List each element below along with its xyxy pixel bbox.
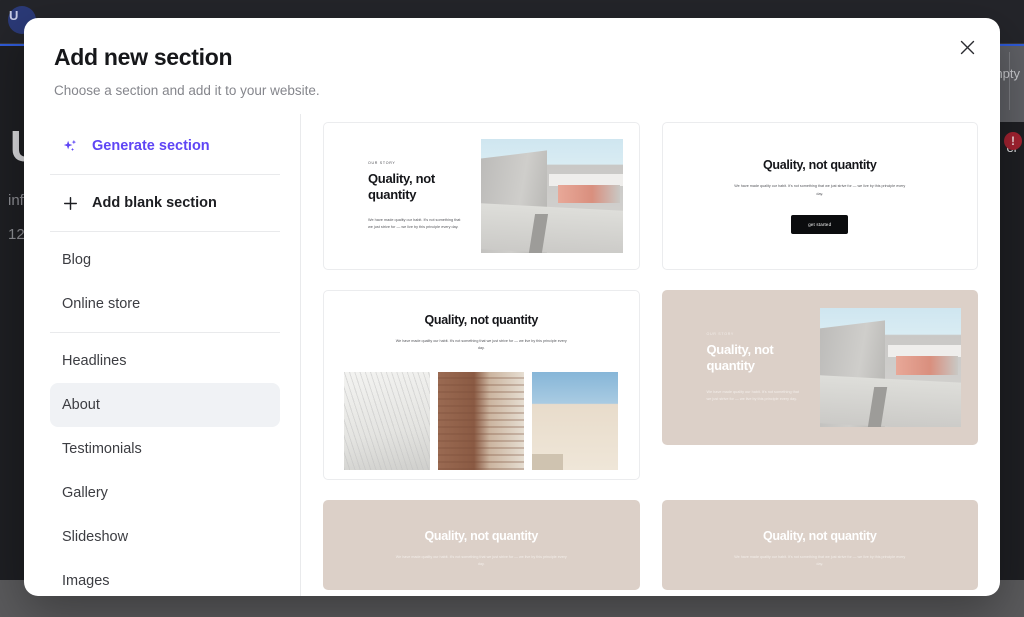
site-logo-letter: U — [9, 8, 18, 23]
template-body-text: We have made quality our habit. It's not… — [394, 554, 569, 568]
sidebar-item-add-blank-section[interactable]: Add blank section — [50, 181, 280, 225]
template-image-white-ceiling — [344, 372, 430, 470]
template-heading: Quality, not quantity — [763, 158, 877, 172]
template-image-concrete-building — [820, 308, 962, 427]
template-body-text: We have made quality our habit. It's not… — [394, 338, 569, 352]
sidebar-item-label: Slideshow — [62, 529, 128, 545]
section-template-gallery: OUR STORY Quality, not quantity We have … — [301, 114, 1000, 596]
template-heading: Quality, not quantity — [707, 342, 804, 375]
sidebar-item-label: About — [62, 397, 100, 413]
sidebar-item-generate-section[interactable]: Generate section — [50, 124, 280, 168]
sidebar-divider — [50, 231, 280, 232]
template-image-brick-facade — [438, 372, 524, 470]
sidebar-item-label: Blog — [62, 252, 91, 268]
template-body-text: We have made quality our habit. It's not… — [707, 389, 804, 403]
alert-badge[interactable]: ! — [1004, 132, 1022, 150]
sidebar-item-label: Headlines — [62, 353, 127, 369]
add-new-section-modal: Add new section Choose a section and add… — [24, 18, 1000, 596]
section-template-card[interactable]: Quality, not quantity We have made quali… — [662, 500, 979, 590]
modal-body: Generate section Add blank section Blog … — [24, 114, 1000, 596]
sparkles-icon — [62, 138, 79, 155]
section-template-card[interactable]: Quality, not quantity We have made quali… — [323, 290, 640, 480]
modal-header: Add new section Choose a section and add… — [24, 18, 1000, 98]
template-body-text: We have made quality our habit. It's not… — [732, 183, 907, 197]
sidebar-item-headlines[interactable]: Headlines — [50, 339, 280, 383]
close-icon — [960, 40, 975, 55]
section-template-card[interactable]: Quality, not quantity We have made quali… — [323, 500, 640, 590]
section-template-card[interactable]: OUR STORY Quality, not quantity We have … — [662, 290, 979, 445]
template-image-beige-wall-sky — [532, 372, 618, 470]
template-heading: Quality, not quantity — [368, 171, 465, 204]
page-title: Add new section — [54, 44, 970, 71]
sidebar-item-label: Images — [62, 573, 110, 589]
sidebar-item-gallery[interactable]: Gallery — [50, 471, 280, 515]
sidebar-item-images[interactable]: Images — [50, 559, 280, 596]
sidebar-item-about[interactable]: About — [50, 383, 280, 427]
template-heading: Quality, not quantity — [763, 529, 877, 543]
template-body-text: We have made quality our habit. It's not… — [368, 217, 465, 231]
section-category-sidebar: Generate section Add blank section Blog … — [24, 114, 301, 596]
sidebar-item-label: Add blank section — [92, 195, 217, 211]
template-body-text: We have made quality our habit. It's not… — [732, 554, 907, 568]
section-template-card[interactable]: Quality, not quantity We have made quali… — [662, 122, 979, 270]
sidebar-item-label: Testimonials — [62, 441, 142, 457]
sidebar-item-blog[interactable]: Blog — [50, 238, 280, 282]
modal-subtitle: Choose a section and add it to your webs… — [54, 83, 970, 98]
sidebar-item-label: Gallery — [62, 485, 108, 501]
sidebar-item-label: Online store — [62, 296, 140, 312]
template-cta-button: get started — [791, 215, 848, 234]
editor-toolbar-divider — [1009, 52, 1010, 110]
section-template-card[interactable]: OUR STORY Quality, not quantity We have … — [323, 122, 640, 270]
template-heading: Quality, not quantity — [424, 313, 538, 327]
template-heading: Quality, not quantity — [424, 529, 538, 543]
sidebar-item-slideshow[interactable]: Slideshow — [50, 515, 280, 559]
close-button[interactable] — [952, 32, 982, 62]
sidebar-divider — [50, 174, 280, 175]
plus-icon — [62, 195, 79, 212]
sidebar-item-testimonials[interactable]: Testimonials — [50, 427, 280, 471]
template-image-concrete-building — [481, 139, 623, 253]
sidebar-divider — [50, 332, 280, 333]
template-eyebrow: OUR STORY — [707, 332, 804, 336]
sidebar-item-online-store[interactable]: Online store — [50, 282, 280, 326]
template-eyebrow: OUR STORY — [368, 161, 465, 165]
sidebar-item-label: Generate section — [92, 138, 210, 154]
